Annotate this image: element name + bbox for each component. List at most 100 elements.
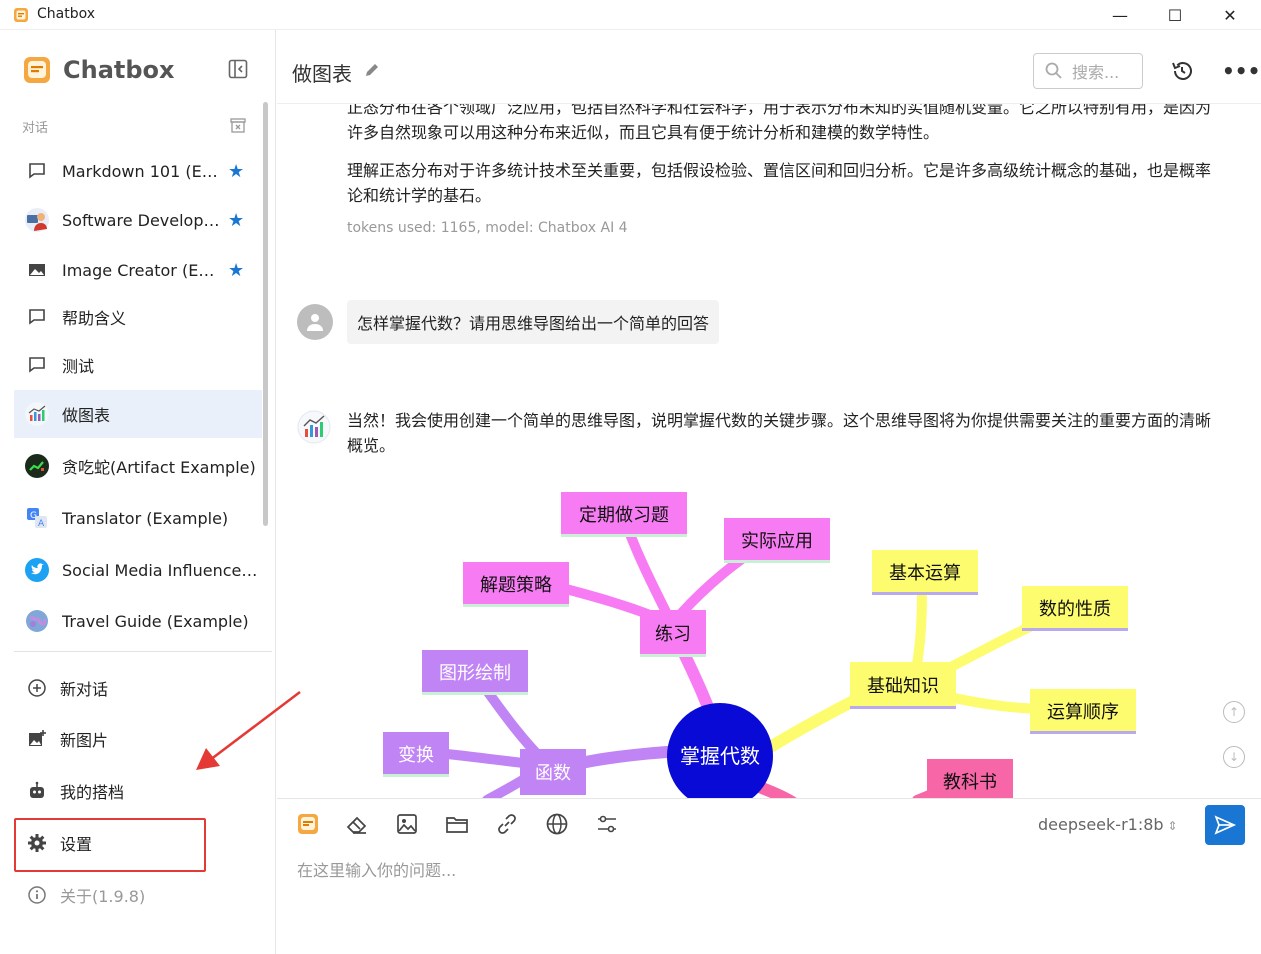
scroll-to-bottom-button[interactable]: ↓ (1223, 746, 1245, 768)
conversation-item[interactable]: 测试 (14, 341, 262, 389)
mindmap-label: 基础知识 (867, 676, 939, 697)
folder-icon[interactable] (444, 811, 470, 837)
about-button[interactable]: 关于(1.9.8) (14, 873, 262, 917)
edit-pencil-icon[interactable] (363, 61, 381, 79)
window-titlebar: Chatbox — ☐ ✕ (0, 0, 1261, 30)
sidebar-divider (14, 651, 272, 652)
model-selector[interactable]: deepseek-r1:8b ⇕ (1038, 815, 1178, 834)
settings-sliders-icon[interactable] (594, 811, 620, 837)
conversation-label: 帮助含义 (62, 309, 127, 328)
chatbox-model-icon[interactable] (295, 811, 321, 837)
maximize-icon: ☐ (1167, 5, 1183, 25)
conversation-item[interactable]: 贪吃蛇(Artifact Example) (14, 442, 262, 490)
mindmap-label: 变换 (398, 745, 434, 766)
new-chat-label: 新对话 (60, 680, 109, 699)
link-icon[interactable] (494, 811, 520, 837)
arrow-up-icon: ↑ (1228, 705, 1240, 719)
message-input[interactable]: 在这里输入你的问题... (297, 857, 456, 881)
globe-web-icon[interactable] (544, 811, 570, 837)
maximize-button[interactable]: ☐ (1152, 0, 1198, 30)
arrow-down-icon: ↓ (1228, 750, 1240, 764)
search-placeholder: 搜索... (1072, 63, 1120, 82)
info-icon (24, 882, 50, 908)
conversation-item[interactable]: Image Creator (Ex… ★ (14, 246, 262, 294)
window-title: Chatbox (37, 6, 96, 22)
archive-clear-icon[interactable] (229, 116, 247, 134)
more-menu-icon[interactable]: ••• (1222, 59, 1260, 83)
close-button[interactable]: ✕ (1207, 0, 1253, 30)
conversation-label: 测试 (62, 357, 95, 376)
page-title[interactable]: 做图表 (292, 58, 352, 87)
sidebar-scrollbar[interactable] (263, 102, 268, 526)
star-icon[interactable]: ★ (228, 260, 244, 281)
chat-area: 正态分布在各个领域广泛应用，包括自然科学和社会科学，用于表示分布未知的实值随机变… (277, 104, 1261, 798)
mindmap-label: 解题策略 (480, 575, 552, 596)
mindmap-label: 练习 (655, 624, 691, 645)
sidebar: Chatbox 对话 Markdown 101 (Ex… ★ Software … (0, 30, 276, 954)
conversation-item[interactable]: GA Translator (Example) (14, 494, 262, 542)
model-name: deepseek-r1:8b (1038, 815, 1164, 834)
star-icon[interactable]: ★ (228, 210, 244, 231)
svg-text:A: A (38, 519, 45, 529)
conversation-label: Markdown 101 (Ex… (62, 161, 222, 181)
conversation-item[interactable]: 帮助含义 (14, 293, 262, 341)
mindmap-root-label: 掌握代数 (680, 744, 760, 768)
image-upload-icon[interactable] (394, 811, 420, 837)
user-message-bubble: 怎样掌握代数？请用思维导图给出一个简单的回答 (347, 300, 720, 344)
person-icon (307, 314, 323, 331)
chatbox-app-icon (14, 8, 28, 22)
conversation-item[interactable]: Markdown 101 (Ex… ★ (14, 147, 262, 195)
search-input[interactable]: 搜索... (1033, 53, 1143, 89)
history-icon[interactable] (1170, 59, 1194, 83)
chat-bubble-icon (24, 158, 50, 184)
mindmap-label: 运算顺序 (1047, 702, 1119, 723)
mindmap-label: 定期做习题 (579, 505, 669, 526)
new-chat-button[interactable]: 新对话 (14, 666, 262, 710)
translate-icon: GA (24, 505, 50, 531)
conversation-label: Image Creator (Ex… (62, 260, 222, 280)
send-icon (1214, 815, 1237, 835)
chart-bot-avatar-icon (297, 410, 331, 444)
composer: deepseek-r1:8b ⇕ 在这里输入你的问题... (277, 798, 1261, 954)
about-label: 关于(1.9.8) (60, 887, 146, 906)
message-text: 正态分布在各个领域广泛应用，包括自然科学和社会科学，用于表示分布未知的实值随机变… (347, 104, 1212, 142)
minimize-button[interactable]: — (1097, 0, 1143, 30)
conversation-label: 做图表 (62, 406, 111, 425)
send-button[interactable] (1205, 805, 1245, 845)
message-meta: tokens used: 1165, model: Chatbox AI 4 (347, 220, 628, 236)
new-image-label: 新图片 (60, 731, 109, 750)
message-text: 理解正态分布对于许多统计技术至关重要，包括假设检验、置信区间和回归分析。它是许多… (347, 161, 1212, 205)
my-partner-button[interactable]: 我的搭档 (14, 769, 262, 813)
conversation-label: Social Media Influencer … (62, 560, 262, 580)
brand: Chatbox (23, 56, 175, 84)
mindmap-label: 函数 (535, 763, 571, 784)
robot-icon (24, 778, 50, 804)
search-icon (1045, 62, 1062, 79)
header: 做图表 搜索... ••• (277, 30, 1261, 104)
chat-bubble-icon (24, 304, 50, 330)
mindmap-label: 图形绘制 (439, 663, 511, 684)
new-image-button[interactable]: 新图片 (14, 717, 262, 761)
brand-name: Chatbox (63, 56, 175, 84)
minimize-icon: — (1112, 5, 1128, 25)
mindmap-label: 基本运算 (889, 563, 961, 584)
snake-game-icon (24, 453, 50, 479)
collapse-sidebar-icon[interactable] (228, 59, 248, 79)
chart-avatar-icon (24, 401, 50, 427)
main-panel: 做图表 搜索... ••• 正态分布在各个领域广泛应用，包括自然科学和社会科学，… (277, 30, 1261, 954)
chatbox-logo-icon (24, 57, 50, 83)
eraser-icon[interactable] (344, 811, 370, 837)
star-icon[interactable]: ★ (228, 161, 244, 182)
conversation-item[interactable]: Travel Guide (Example) (14, 597, 262, 645)
conversation-label: Software Develop… (62, 210, 220, 230)
unfold-icon: ⇕ (1167, 819, 1178, 833)
scroll-to-top-button[interactable]: ↑ (1223, 701, 1245, 723)
user-avatar (297, 304, 333, 340)
twitter-icon (24, 557, 50, 583)
conversation-item[interactable]: Social Media Influencer … (14, 546, 262, 594)
user-message-text: 怎样掌握代数？请用思维导图给出一个简单的回答 (357, 314, 710, 333)
conversation-item[interactable]: Software Develop… ★ (14, 196, 262, 244)
conversation-item-active[interactable]: 做图表 (14, 390, 262, 438)
section-label: 对话 (22, 121, 49, 136)
mindmap-label: 数的性质 (1039, 599, 1111, 620)
